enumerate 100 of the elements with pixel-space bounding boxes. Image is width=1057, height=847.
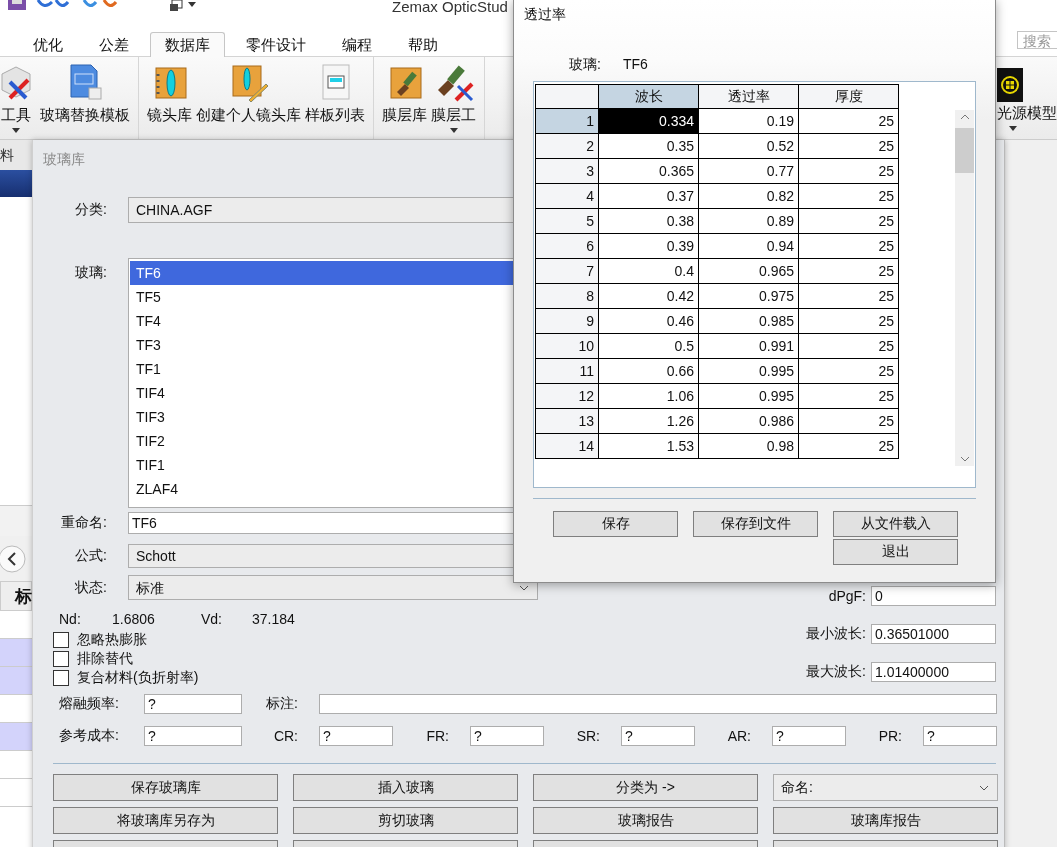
input-field[interactable]: ? bbox=[470, 726, 544, 746]
row-header[interactable]: 10 bbox=[535, 333, 599, 359]
chevron-down-icon[interactable] bbox=[519, 584, 529, 591]
row-header[interactable]: 6 bbox=[535, 233, 599, 259]
table-cell[interactable]: 25 bbox=[798, 183, 899, 209]
ribbon-tab[interactable]: 数据库 bbox=[150, 32, 225, 57]
row-header[interactable]: 13 bbox=[535, 408, 599, 434]
checkbox-label[interactable]: 忽略热膨胀 bbox=[77, 631, 147, 649]
row-header[interactable]: 12 bbox=[535, 383, 599, 409]
table-cell[interactable]: 0.975 bbox=[698, 283, 799, 309]
table-cell[interactable]: 0.4 bbox=[598, 258, 699, 284]
ribbon-button-label[interactable]: 光源模型 bbox=[997, 104, 1057, 123]
input-field[interactable]: ? bbox=[144, 726, 242, 746]
table-cell[interactable]: 0.66 bbox=[598, 358, 699, 384]
action-button[interactable]: 玻璃报告 bbox=[533, 807, 758, 834]
table-cell[interactable]: 0.965 bbox=[698, 258, 799, 284]
checkbox[interactable] bbox=[53, 651, 69, 667]
table-cell[interactable]: 25 bbox=[798, 108, 899, 134]
back-button-icon[interactable] bbox=[0, 543, 28, 574]
table-cell[interactable]: 1.53 bbox=[598, 433, 699, 459]
ribbon-tab[interactable]: 优化 bbox=[18, 32, 78, 57]
input-field[interactable]: 1.01400000 bbox=[871, 662, 996, 682]
row-header[interactable]: 3 bbox=[535, 158, 599, 184]
ribbon-button-label[interactable]: 创建个人镜头库 bbox=[196, 106, 301, 125]
action-button[interactable]: 插入玻璃 bbox=[293, 774, 518, 801]
table-cell[interactable]: 1.26 bbox=[598, 408, 699, 434]
table-cell[interactable]: 0.77 bbox=[698, 158, 799, 184]
ribbon-tab[interactable]: 公差 bbox=[84, 32, 144, 57]
table-cell[interactable]: 0.82 bbox=[698, 183, 799, 209]
row-header[interactable]: 5 bbox=[535, 208, 599, 234]
table-cell[interactable]: 0.334 bbox=[598, 108, 699, 134]
panel-tab[interactable]: 料 bbox=[0, 140, 32, 170]
row-header[interactable]: 1 bbox=[535, 108, 599, 134]
dialog-button[interactable]: 保存 bbox=[553, 511, 678, 537]
undo-icon[interactable] bbox=[36, 0, 70, 10]
table-cell[interactable]: 25 bbox=[798, 308, 899, 334]
ribbon-tab[interactable]: 零件设计 bbox=[231, 32, 321, 57]
caret-icon[interactable] bbox=[12, 128, 20, 133]
table-cell[interactable]: 0.995 bbox=[698, 358, 799, 384]
table-cell[interactable]: 0.985 bbox=[698, 308, 799, 334]
table-cell[interactable]: 0.991 bbox=[698, 333, 799, 359]
table-cell[interactable]: 25 bbox=[798, 333, 899, 359]
caret-icon[interactable] bbox=[1009, 126, 1017, 131]
row-header[interactable]: 14 bbox=[535, 433, 599, 459]
action-button[interactable]: 将玻璃库另存为 bbox=[53, 807, 278, 834]
checkbox[interactable] bbox=[53, 670, 69, 686]
action-button[interactable]: 玻璃库报告 bbox=[773, 807, 998, 834]
save-icon[interactable] bbox=[8, 0, 26, 10]
input-field[interactable]: ? bbox=[923, 726, 997, 746]
input-field[interactable]: 0.36501000 bbox=[871, 624, 996, 644]
column-header[interactable]: 透过率 bbox=[698, 84, 799, 109]
dialog-button[interactable]: 保存到文件 bbox=[693, 511, 818, 537]
table-cell[interactable]: 25 bbox=[798, 408, 899, 434]
ribbon-button-label[interactable]: 工具 bbox=[1, 106, 31, 125]
scrollbar-thumb[interactable] bbox=[955, 128, 974, 173]
table-cell[interactable]: 25 bbox=[798, 133, 899, 159]
table-cell[interactable]: 0.94 bbox=[698, 233, 799, 259]
ribbon-button-label[interactable]: 膜层库 bbox=[382, 106, 427, 125]
ribbon-button-label[interactable]: 镜头库 bbox=[147, 106, 192, 125]
scrollbar[interactable] bbox=[955, 110, 974, 466]
table-cell[interactable]: 0.89 bbox=[698, 208, 799, 234]
checkbox-label[interactable]: 复合材料(负折射率) bbox=[77, 669, 199, 687]
table-cell[interactable]: 0.98 bbox=[698, 433, 799, 459]
action-button[interactable]: 保存玻璃库 bbox=[53, 774, 278, 801]
table-cell[interactable]: 0.5 bbox=[598, 333, 699, 359]
name-dropdown[interactable]: 命名: bbox=[773, 774, 998, 801]
scroll-up-icon[interactable] bbox=[959, 114, 970, 120]
table-cell[interactable]: 25 bbox=[798, 383, 899, 409]
input-field[interactable]: 0 bbox=[871, 586, 996, 606]
table-cell[interactable]: 25 bbox=[798, 258, 899, 284]
table-cell[interactable]: 0.995 bbox=[698, 383, 799, 409]
table-cell[interactable]: 0.19 bbox=[698, 108, 799, 134]
table-cell[interactable]: 0.365 bbox=[598, 158, 699, 184]
table-cell[interactable]: 25 bbox=[798, 208, 899, 234]
table-cell[interactable]: 0.38 bbox=[598, 208, 699, 234]
row-header[interactable]: 11 bbox=[535, 358, 599, 384]
table-cell[interactable]: 0.46 bbox=[598, 308, 699, 334]
ribbon-tab[interactable]: 编程 bbox=[327, 32, 387, 57]
row-header[interactable]: 2 bbox=[535, 133, 599, 159]
input-field[interactable]: ? bbox=[772, 726, 846, 746]
table-cell[interactable]: 25 bbox=[798, 358, 899, 384]
scroll-down-icon[interactable] bbox=[959, 456, 970, 462]
dialog-button[interactable]: 从文件载入 bbox=[833, 511, 958, 537]
ribbon-button-label[interactable]: 膜层工 bbox=[431, 106, 476, 125]
table-cell[interactable]: 25 bbox=[798, 283, 899, 309]
ribbon-tab[interactable]: 帮助 bbox=[393, 32, 453, 57]
row-header[interactable]: 7 bbox=[535, 258, 599, 284]
ribbon-button-label[interactable]: 玻璃替换模板 bbox=[40, 106, 130, 125]
row-header[interactable]: 9 bbox=[535, 308, 599, 334]
table-cell[interactable]: 0.37 bbox=[598, 183, 699, 209]
caret-icon[interactable] bbox=[449, 128, 458, 133]
action-button[interactable]: 剪切玻璃 bbox=[293, 807, 518, 834]
table-cell[interactable]: 0.35 bbox=[598, 133, 699, 159]
note-field[interactable] bbox=[319, 694, 997, 714]
status-dropdown[interactable]: 标准 bbox=[128, 575, 538, 600]
row-header[interactable]: 8 bbox=[535, 283, 599, 309]
checkbox[interactable] bbox=[53, 632, 69, 648]
column-header[interactable]: 波长 bbox=[598, 84, 699, 109]
input-field[interactable]: ? bbox=[319, 726, 393, 746]
table-cell[interactable]: 0.52 bbox=[698, 133, 799, 159]
